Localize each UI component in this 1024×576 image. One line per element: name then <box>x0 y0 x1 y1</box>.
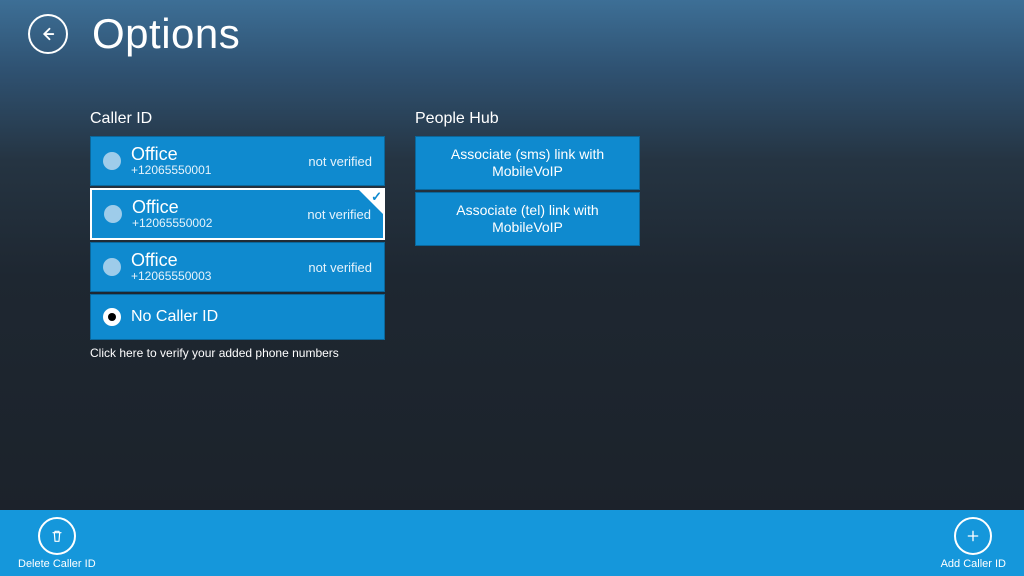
no-caller-id-item[interactable]: No Caller ID <box>90 294 385 340</box>
radio-icon <box>103 152 121 170</box>
associate-tel-button[interactable]: Associate (tel) link with MobileVoIP <box>415 192 640 246</box>
plus-icon <box>965 528 981 544</box>
caller-number: +12065550001 <box>131 164 308 177</box>
trash-icon <box>49 528 65 544</box>
caller-number: +12065550003 <box>131 270 308 283</box>
app-bar: Delete Caller ID Add Caller ID <box>0 510 1024 576</box>
caller-name: Office <box>132 198 307 218</box>
delete-label: Delete Caller ID <box>18 558 96 570</box>
people-hub-section: People Hub Associate (sms) link with Mob… <box>415 110 640 360</box>
caller-id-section: Caller ID Office +12065550001 not verifi… <box>90 110 385 360</box>
people-hub-heading: People Hub <box>415 110 640 128</box>
back-arrow-icon <box>39 25 57 43</box>
delete-caller-id-button[interactable]: Delete Caller ID <box>18 517 96 570</box>
radio-icon <box>104 205 122 223</box>
caller-status: not verified <box>308 260 372 275</box>
back-button[interactable] <box>28 14 68 54</box>
verify-hint-link[interactable]: Click here to verify your added phone nu… <box>90 346 385 360</box>
caller-name: Office <box>131 251 308 271</box>
caller-name: Office <box>131 145 308 165</box>
add-caller-id-button[interactable]: Add Caller ID <box>941 517 1006 570</box>
people-hub-action-label: Associate (sms) link with MobileVoIP <box>426 146 629 180</box>
people-hub-action-label: Associate (tel) link with MobileVoIP <box>426 202 629 236</box>
caller-id-item[interactable]: Office +12065550003 not verified <box>90 242 385 292</box>
no-caller-label: No Caller ID <box>131 308 218 326</box>
caller-id-item-selected[interactable]: Office +12065550002 not verified <box>90 188 385 240</box>
caller-status: not verified <box>308 154 372 169</box>
associate-sms-button[interactable]: Associate (sms) link with MobileVoIP <box>415 136 640 190</box>
radio-active-icon <box>103 308 121 326</box>
page-title: Options <box>92 10 240 58</box>
caller-id-heading: Caller ID <box>90 110 385 128</box>
radio-icon <box>103 258 121 276</box>
caller-id-item[interactable]: Office +12065550001 not verified <box>90 136 385 186</box>
caller-number: +12065550002 <box>132 217 307 230</box>
add-label: Add Caller ID <box>941 558 1006 570</box>
header: Options <box>28 10 240 58</box>
check-icon <box>359 190 383 214</box>
